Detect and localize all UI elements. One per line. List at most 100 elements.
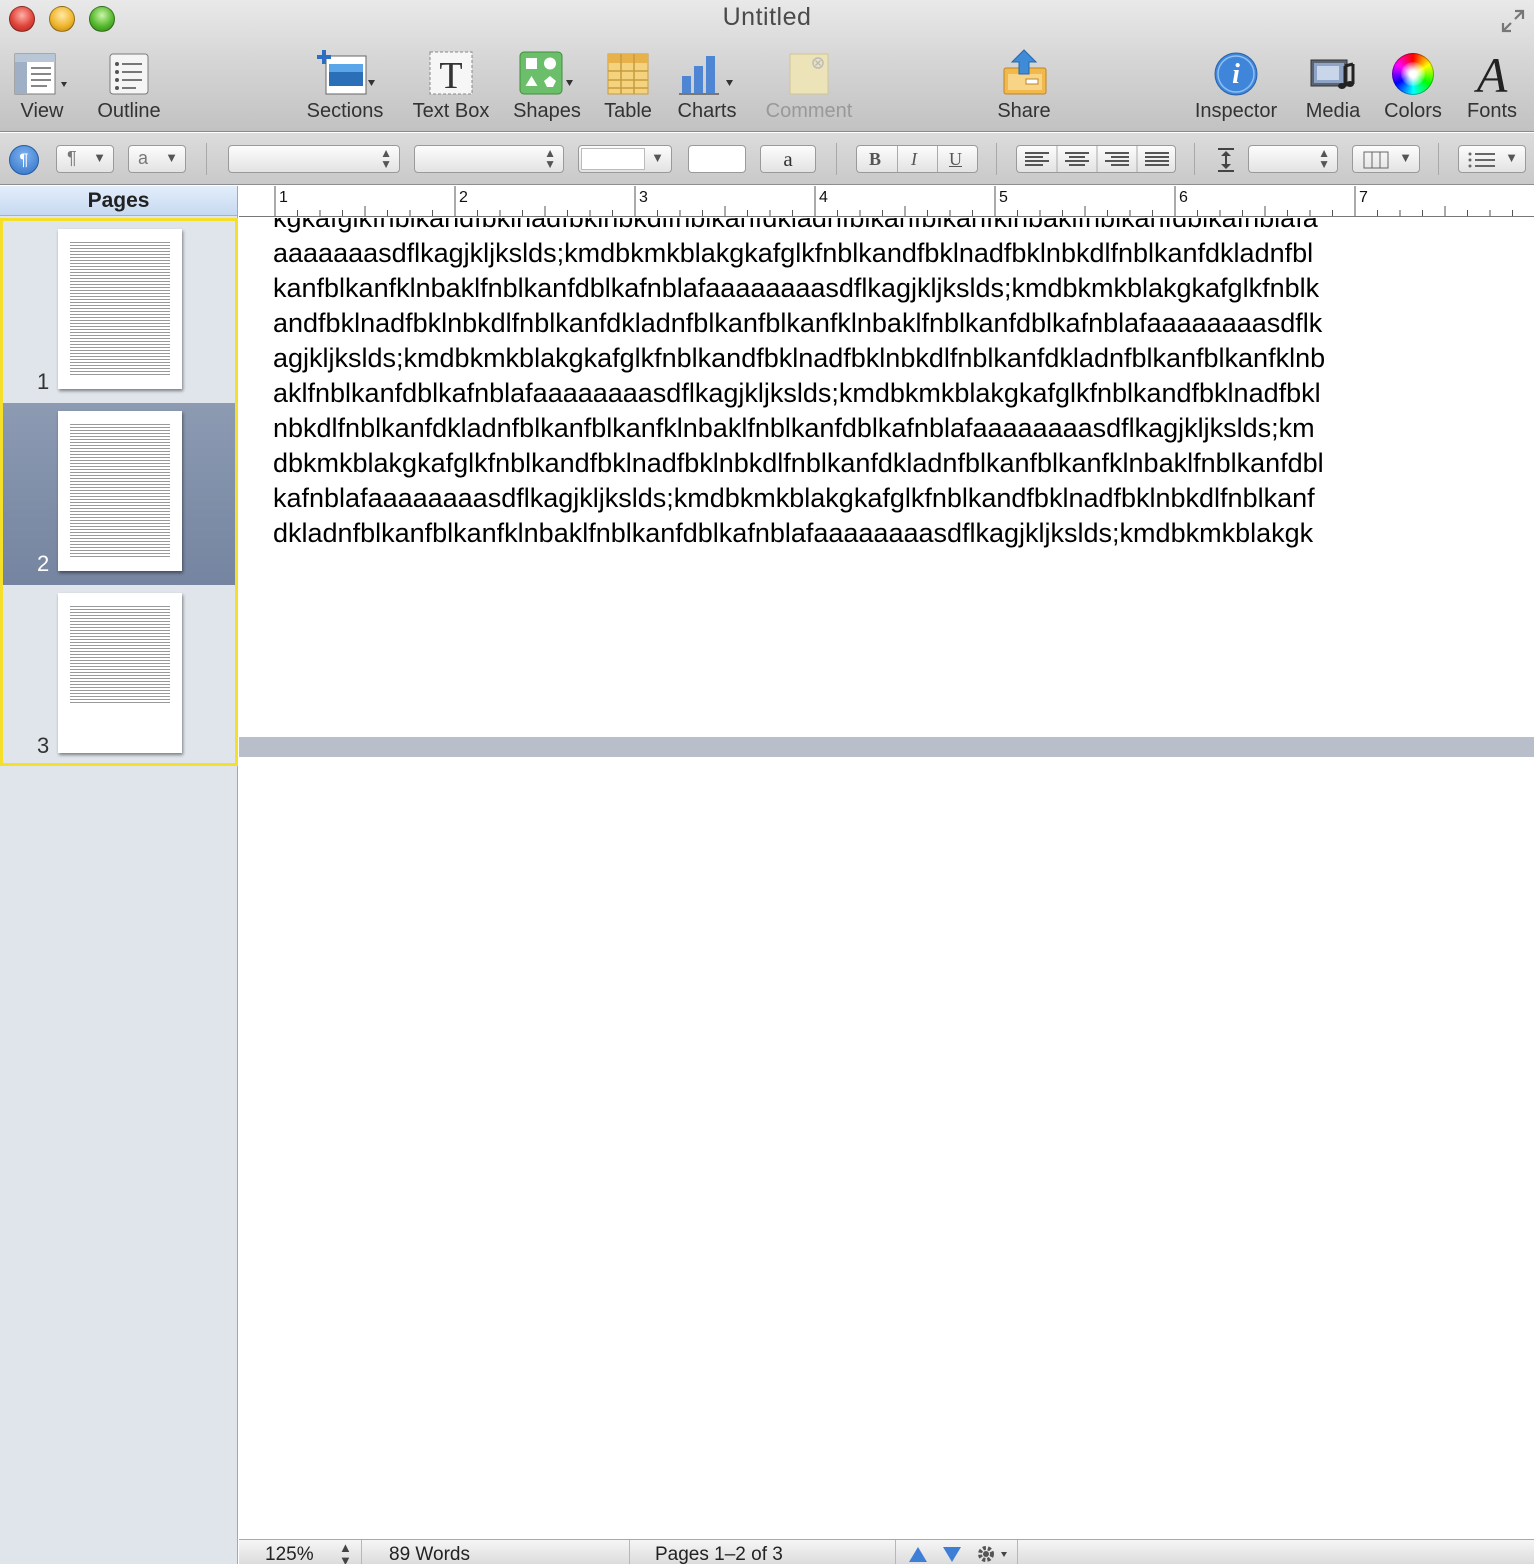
justify-icon[interactable] <box>1145 152 1169 166</box>
align-center-icon[interactable] <box>1065 152 1089 166</box>
svg-text:A: A <box>1474 48 1508 98</box>
text-color-well[interactable] <box>688 145 746 173</box>
text-box-label: Text Box <box>412 100 490 122</box>
fullscreen-icon[interactable] <box>1500 8 1526 34</box>
shapes-label: Shapes <box>513 100 581 122</box>
document-text-line[interactable]: dbkmkblakgkafglkfnblkandfbklnadfbklnbkdl… <box>273 446 1453 481</box>
font-typeface-popup[interactable]: ▲ ▼ <box>414 145 564 173</box>
bold-button[interactable]: B <box>869 149 881 170</box>
status-bar: 125% ▲ ▼ 89 Words Pages 1–2 of 3 <box>239 1539 1534 1564</box>
paragraph-style-popup[interactable]: ¶ ▼ <box>56 145 114 173</box>
line-spacing-icon[interactable] <box>1214 147 1238 173</box>
horizontal-ruler[interactable]: 1 2 3 4 5 6 7 <box>239 186 1534 217</box>
ruler-label: 1 <box>279 189 288 206</box>
underline-button[interactable]: U <box>949 149 962 170</box>
ruler-label: 7 <box>1359 189 1368 206</box>
media-icon <box>1310 59 1355 89</box>
character-style-glyph: a <box>138 148 149 168</box>
divider <box>206 143 207 175</box>
page-preview <box>58 229 182 389</box>
chevron-down-icon: ▼ <box>1505 150 1518 165</box>
comment-icon <box>789 53 829 95</box>
font-family-popup[interactable]: ▲ ▼ <box>228 145 400 173</box>
italic-button[interactable]: I <box>911 149 917 170</box>
page-indicator: Pages 1–2 of 3 <box>655 1544 783 1564</box>
share-button[interactable]: Share <box>990 46 1058 126</box>
previous-page-icon[interactable] <box>907 1544 929 1564</box>
document-text-line[interactable]: nbkdlfnblkanfdkladnfblkanfblkanfklnbaklf… <box>273 411 1453 446</box>
font-size-combo[interactable]: ▼ <box>578 145 672 173</box>
ruler-label: 5 <box>999 189 1008 206</box>
divider <box>1194 143 1195 175</box>
divider <box>1438 143 1439 175</box>
page-thumbnail-2[interactable]: 2 <box>3 403 235 585</box>
colors-button[interactable]: Colors <box>1378 46 1448 126</box>
fonts-button[interactable]: A Fonts <box>1460 46 1524 126</box>
document-text-line[interactable]: aaaaaaasdflkagjkljkslds;kmdbkmkblakgkafg… <box>273 236 1453 271</box>
sections-button[interactable]: Sections <box>302 46 388 126</box>
bullet-list-icon <box>1468 152 1495 168</box>
chevron-down-icon: ▼ <box>93 150 106 165</box>
document-text-line[interactable]: andfbklnadfbklnbkdlfnblkanfdkladnfblkanf… <box>273 306 1453 341</box>
document-text-line[interactable]: kafnblafaaaaaaaasdflkagjkljkslds;kmdbkmk… <box>273 481 1453 516</box>
paragraph-style-glyph: ¶ <box>67 148 77 168</box>
outline-label: Outline <box>97 100 161 122</box>
table-button[interactable]: Table <box>596 46 660 126</box>
document-text-line[interactable]: agjkljkslds;kmdbkmkblakgkafglkfnblkandfb… <box>273 341 1453 376</box>
inspector-icon: i <box>1214 52 1258 96</box>
outline-button[interactable]: Outline <box>90 46 168 126</box>
document-body-text[interactable]: kgkafglkfnblkandfbklnadfbklnbkdlfnblkanf… <box>273 218 1453 551</box>
columns-popup[interactable]: ▼ <box>1352 145 1420 173</box>
line-spacing-popup[interactable]: ▲ ▼ <box>1248 145 1338 173</box>
zoom-level[interactable]: 125% <box>265 1540 314 1564</box>
gear-icon[interactable] <box>975 1543 1011 1564</box>
window-toolbar: Untitled View Outline Sections T Text Bo… <box>0 0 1534 132</box>
document-text-line[interactable]: kanfblkanfklnbaklfnblkanfdblkafnblafaaaa… <box>273 271 1453 306</box>
shapes-button[interactable]: Shapes <box>510 46 584 126</box>
chevron-down-icon: ▼ <box>165 150 178 165</box>
inspector-button[interactable]: i Inspector <box>1186 46 1286 126</box>
page-thumbnail-1[interactable]: 1 <box>3 221 235 403</box>
document-canvas[interactable]: kgkafglkfnblkandfbklnadfbklnbkdlfnblkanf… <box>239 218 1534 1539</box>
ruler-ticks: 1 2 3 4 5 6 7 <box>274 186 1513 216</box>
divider <box>996 143 997 175</box>
document-text-line[interactable]: dkladnfblkanfblkanfklnbaklfnblkanfdblkaf… <box>273 516 1453 551</box>
next-page-icon[interactable] <box>941 1544 963 1564</box>
ruler-label: 3 <box>639 189 648 206</box>
media-label: Media <box>1305 100 1361 122</box>
zoom-stepper-icon[interactable]: ▲ ▼ <box>339 1541 352 1564</box>
ruler-label: 4 <box>819 189 828 206</box>
page-thumbnail-list: 1 2 3 <box>0 218 238 766</box>
document-text-line[interactable]: kgkafglkfnblkandfbklnadfbklnbkdlfnblkanf… <box>273 218 1453 236</box>
text-box-button[interactable]: T Text Box <box>404 46 498 126</box>
sections-label: Sections <box>306 100 384 122</box>
format-bar: ¶ ¶ ▼ a ▼ ▲ ▼ ▲ ▼ ▼ a B I U ▲ ▼ ▼ ▼ <box>0 133 1534 185</box>
invisibles-toggle-icon[interactable]: ¶ <box>9 145 39 175</box>
character-style-popup[interactable]: a ▼ <box>128 145 186 173</box>
page-number: 2 <box>37 551 50 576</box>
share-label: Share <box>997 100 1051 122</box>
text-background-color-well[interactable]: a <box>760 145 816 173</box>
media-button[interactable]: Media <box>1298 46 1368 126</box>
comment-button: Comment <box>758 46 860 126</box>
page-thumbnail-3[interactable]: 3 <box>3 585 235 767</box>
fonts-label: Fonts <box>1466 100 1518 122</box>
document-text-line[interactable]: aklfnblkanfdblkafnblafaaaaaaaasdflkagjkl… <box>273 376 1453 411</box>
table-label: Table <box>604 100 652 122</box>
divider <box>836 143 837 175</box>
word-count[interactable]: 89 Words <box>389 1540 470 1564</box>
text-sample: a <box>783 147 793 171</box>
outline-icon <box>109 53 149 95</box>
list-style-popup[interactable]: ▼ <box>1458 145 1526 173</box>
font-size-field[interactable] <box>581 148 645 170</box>
page-number: 3 <box>37 733 50 758</box>
page-thumbnails-sidebar: Pages 1 2 3 <box>0 186 238 1564</box>
pages-header: Pages <box>0 186 237 216</box>
align-left-icon[interactable] <box>1025 152 1049 166</box>
view-button[interactable]: View <box>8 46 76 126</box>
svg-text:T: T <box>439 55 462 97</box>
shapes-icon <box>519 51 573 95</box>
charts-button[interactable]: Charts <box>670 46 744 126</box>
view-label: View <box>20 100 64 122</box>
align-right-icon[interactable] <box>1105 152 1129 166</box>
